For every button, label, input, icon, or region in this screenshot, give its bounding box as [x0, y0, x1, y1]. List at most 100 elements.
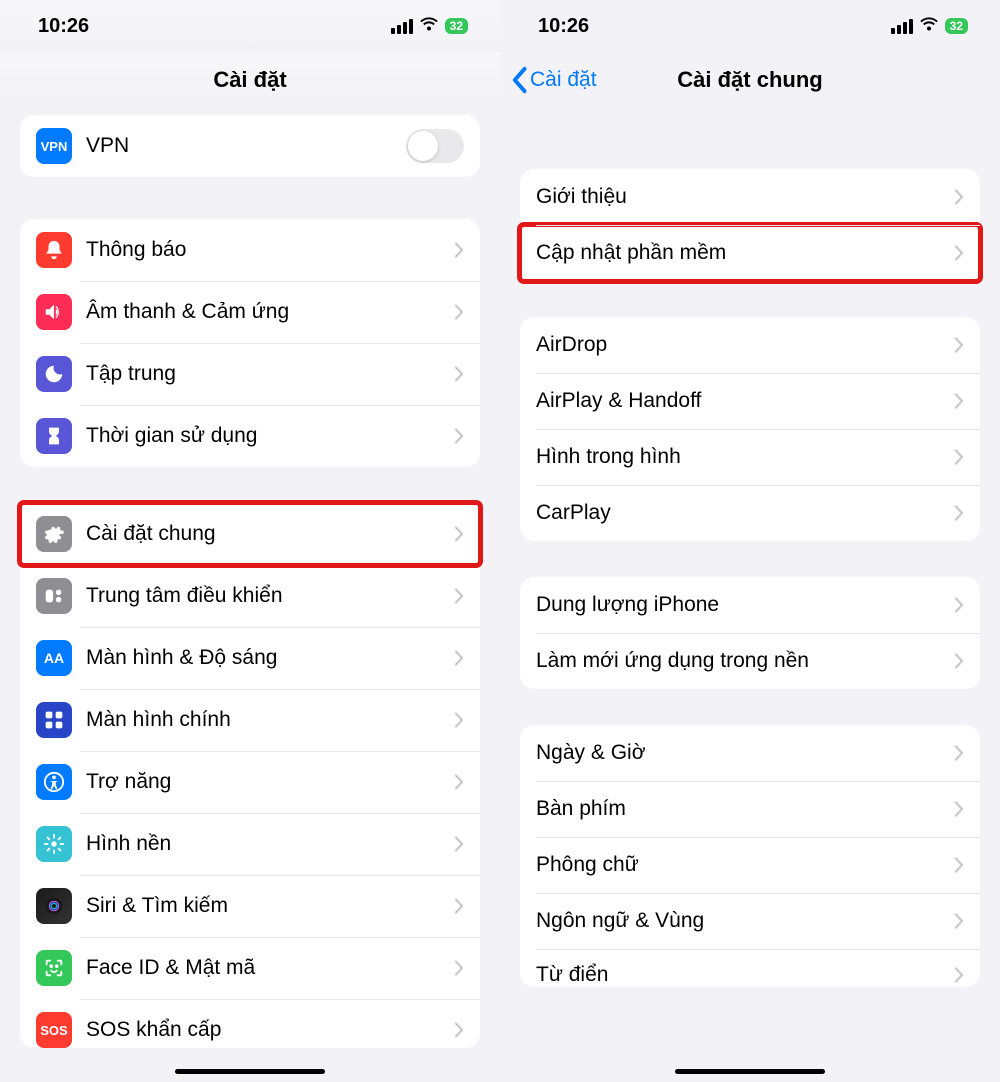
wifi-icon [419, 15, 439, 38]
settings-row-b-n-ph-m[interactable]: Bàn phím [520, 781, 980, 837]
row-label: Cài đặt chung [86, 522, 454, 546]
siri-icon [36, 888, 72, 924]
settings-row-c-p-nh-t-ph-n-m-m[interactable]: Cập nhật phần mềm [520, 225, 980, 281]
display-icon: AA [36, 640, 72, 676]
chevron-right-icon [454, 1022, 464, 1038]
general-list[interactable]: Giới thiệu Cập nhật phần mềm AirDrop AirPla… [500, 107, 1000, 1023]
general-icon [36, 516, 72, 552]
settings-group: Cài đặt chung Trung tâm điều khiển AA Màn h… [20, 503, 480, 1048]
row-label: Giới thiệu [536, 185, 954, 209]
status-right: 32 [391, 15, 468, 38]
settings-row-ng-y-gi[interactable]: Ngày & Giờ [520, 725, 980, 781]
battery-icon: 32 [445, 18, 468, 34]
settings-row-m-thanh-c-m-ng[interactable]: Âm thanh & Cảm ứng [20, 281, 480, 343]
chevron-right-icon [454, 242, 464, 258]
settings-group: Giới thiệu Cập nhật phần mềm [520, 169, 980, 281]
chevron-left-icon [510, 66, 528, 94]
wifi-icon [919, 15, 939, 38]
row-label: Màn hình & Độ sáng [86, 646, 454, 670]
chevron-right-icon [454, 304, 464, 320]
chevron-right-icon [954, 597, 964, 613]
settings-row-airplay-handoff[interactable]: AirPlay & Handoff [520, 373, 980, 429]
nav-bar: Cài đặt Cài đặt chung [500, 52, 1000, 107]
row-label: Làm mới ứng dụng trong nền [536, 649, 954, 673]
back-label: Cài đặt [530, 68, 597, 92]
chevron-right-icon [954, 913, 964, 929]
home-indicator[interactable] [675, 1069, 825, 1074]
settings-row-ph-ng-ch[interactable]: Phông chữ [520, 837, 980, 893]
settings-row-th-i-gian-s-d-ng[interactable]: Thời gian sử dụng [20, 405, 480, 467]
row-label: Âm thanh & Cảm ứng [86, 300, 454, 324]
status-right: 32 [891, 15, 968, 38]
status-time: 10:26 [538, 15, 589, 38]
settings-row-m-n-h-nh-s-ng[interactable]: AA Màn hình & Độ sáng [20, 627, 480, 689]
settings-row-dung-l-ng-iphone[interactable]: Dung lượng iPhone [520, 577, 980, 633]
settings-row-airdrop[interactable]: AirDrop [520, 317, 980, 373]
chevron-right-icon [454, 898, 464, 914]
settings-row-face-id-m-t-m[interactable]: Face ID & Mật mã [20, 937, 480, 999]
settings-group: Ngày & Giờ Bàn phím Phông chữ Ngôn ngữ & Vù… [520, 725, 980, 987]
focus-icon [36, 356, 72, 392]
row-label: AirDrop [536, 333, 954, 357]
row-label: Ngày & Giờ [536, 741, 954, 765]
home-indicator[interactable] [175, 1069, 325, 1074]
settings-row-tr-n-ng[interactable]: Trợ năng [20, 751, 480, 813]
chevron-right-icon [454, 366, 464, 382]
chevron-right-icon [954, 449, 964, 465]
vpn-icon: VPN [36, 128, 72, 164]
phone-settings-main: 10:26 32 Cài đặt VPNVPNThông báoÂm thanh… [0, 0, 500, 1082]
chevron-right-icon [954, 245, 964, 261]
row-label: Trung tâm điều khiển [86, 584, 454, 608]
chevron-right-icon [454, 960, 464, 976]
status-bar: 10:26 32 [500, 0, 1000, 52]
chevron-right-icon [454, 712, 464, 728]
row-label: Ngôn ngữ & Vùng [536, 909, 954, 933]
row-label: Bàn phím [536, 797, 954, 821]
settings-group: Thông báo Âm thanh & Cảm ứng Tập trung Thời… [20, 219, 480, 467]
settings-row-sos-kh-n-c-p[interactable]: SOSSOS khẩn cấp [20, 999, 480, 1048]
chevron-right-icon [454, 588, 464, 604]
chevron-right-icon [954, 745, 964, 761]
home-icon [36, 702, 72, 738]
settings-row-m-n-h-nh-ch-nh[interactable]: Màn hình chính [20, 689, 480, 751]
settings-row-t-p-trung[interactable]: Tập trung [20, 343, 480, 405]
row-label: Face ID & Mật mã [86, 956, 454, 980]
sos-icon: SOS [36, 1012, 72, 1048]
control-icon [36, 578, 72, 614]
row-label: Màn hình chính [86, 708, 454, 732]
chevron-right-icon [954, 337, 964, 353]
back-button[interactable]: Cài đặt [510, 66, 597, 94]
toggle-switch[interactable] [406, 129, 464, 163]
row-label: Từ điển [536, 963, 954, 987]
chevron-right-icon [954, 653, 964, 669]
row-label: Tập trung [86, 362, 454, 386]
settings-row-c-i-t-chung[interactable]: Cài đặt chung [20, 503, 480, 565]
chevron-right-icon [454, 650, 464, 666]
row-label: CarPlay [536, 501, 954, 525]
settings-row-vpn[interactable]: VPNVPN [20, 115, 480, 177]
chevron-right-icon [954, 393, 964, 409]
settings-list[interactable]: VPNVPN Thông báo Âm thanh & Cảm ứng Tập tru… [0, 107, 500, 1082]
settings-row-th-ng-b-o[interactable]: Thông báo [20, 219, 480, 281]
settings-row-ng-n-ng-v-ng[interactable]: Ngôn ngữ & Vùng [520, 893, 980, 949]
chevron-right-icon [954, 801, 964, 817]
screentime-icon [36, 418, 72, 454]
face-icon [36, 950, 72, 986]
chevron-right-icon [454, 774, 464, 790]
status-bar: 10:26 32 [0, 0, 500, 52]
settings-row-trung-t-m-i-u-khi-n[interactable]: Trung tâm điều khiển [20, 565, 480, 627]
page-title: Cài đặt chung [677, 67, 822, 93]
chevron-right-icon [954, 189, 964, 205]
settings-row-h-nh-n-n[interactable]: Hình nền [20, 813, 480, 875]
access-icon [36, 764, 72, 800]
row-label: AirPlay & Handoff [536, 389, 954, 413]
settings-row-t-i-n[interactable]: Từ điển [520, 949, 980, 987]
row-label: Dung lượng iPhone [536, 593, 954, 617]
row-label: Hình nền [86, 832, 454, 856]
settings-row-gi-i-thi-u[interactable]: Giới thiệu [520, 169, 980, 225]
settings-row-siri-t-m-ki-m[interactable]: Siri & Tìm kiếm [20, 875, 480, 937]
row-label: Cập nhật phần mềm [536, 241, 954, 265]
settings-row-l-m-m-i-ng-d-ng-trong-n-n[interactable]: Làm mới ứng dụng trong nền [520, 633, 980, 689]
settings-row-carplay[interactable]: CarPlay [520, 485, 980, 541]
settings-row-h-nh-trong-h-nh[interactable]: Hình trong hình [520, 429, 980, 485]
